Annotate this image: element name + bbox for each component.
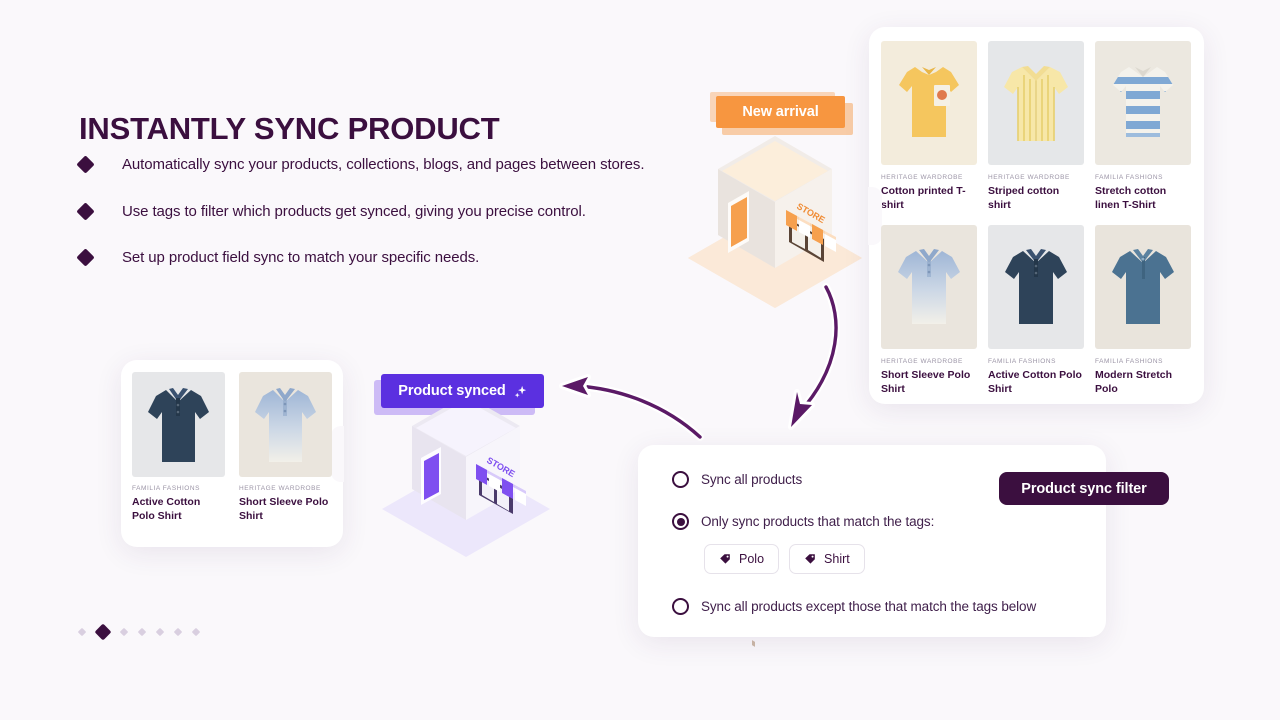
page-title: INSTANTLY SYNC PRODUCT — [79, 110, 500, 146]
polo-shirt-icon — [1005, 249, 1067, 324]
tag-list: Polo Shirt — [704, 544, 1106, 574]
store-sign-text: STORE — [795, 201, 827, 225]
list-item: Automatically sync your products, collec… — [76, 155, 699, 179]
sync-filter-label: Product sync filter — [1021, 480, 1147, 497]
product-synced-badge: Product synced — [374, 374, 544, 415]
diamond-bullet-icon — [76, 248, 95, 267]
diamond-bullet-icon — [76, 155, 95, 174]
radio-option-exclude-tags[interactable]: Sync all products except those that matc… — [672, 598, 1106, 615]
synced-product-grid: FAMILIA FASHIONS Active Cotton Polo Shir… — [132, 372, 332, 523]
product-name: Stretch cotton linen T-Shirt — [1095, 185, 1167, 211]
product-card[interactable]: HERITAGE WARDROBE Cotton printed T-shirt — [881, 41, 977, 212]
arrow-left-icon — [559, 374, 704, 441]
carousel-dot[interactable] — [173, 627, 183, 637]
bullet-text: Set up product field sync to match your … — [122, 249, 480, 266]
product-name: Short Sleeve Polo Shirt — [881, 369, 971, 395]
product-vendor: HERITAGE WARDROBE — [881, 358, 963, 365]
product-vendor: HERITAGE WARDROBE — [881, 174, 963, 181]
product-card[interactable]: HERITAGE WARDROBE Short Sleeve Polo Shir… — [881, 225, 977, 396]
product-vendor: FAMILIA FASHIONS — [1095, 358, 1164, 365]
carousel-dot[interactable] — [137, 627, 147, 637]
product-thumbnail — [132, 372, 225, 477]
carousel-dots[interactable] — [77, 623, 201, 641]
product-vendor: HERITAGE WARDROBE — [239, 485, 321, 492]
tshirt-icon — [899, 67, 959, 137]
product-thumbnail — [988, 41, 1084, 165]
bullet-text: Automatically sync your products, collec… — [122, 156, 645, 173]
list-item: Set up product field sync to match your … — [76, 248, 699, 272]
radio-option-match-tags[interactable]: Only sync products that match the tags: — [672, 513, 1106, 530]
polo-shirt-icon — [255, 388, 316, 462]
bullet-text: Use tags to filter which products get sy… — [122, 202, 586, 220]
diamond-bullet-icon — [76, 201, 95, 221]
product-thumbnail — [881, 225, 977, 349]
product-name: Active Cotton Polo Shirt — [132, 496, 201, 522]
product-card[interactable]: FAMILIA FASHIONS Stretch cotton linen T-… — [1095, 41, 1191, 212]
product-card[interactable]: HERITAGE WARDROBE Short Sleeve Polo Shir… — [239, 372, 332, 523]
carousel-dot[interactable] — [191, 627, 201, 637]
sparkle-icon — [514, 385, 526, 398]
carousel-dot[interactable] — [77, 627, 87, 637]
carousel-dot-active[interactable] — [94, 623, 112, 641]
tag-icon — [805, 554, 815, 564]
panel-notch — [331, 426, 344, 482]
synced-products-panel: FAMILIA FASHIONS Active Cotton Polo Shir… — [121, 360, 344, 547]
tag-icon — [720, 554, 730, 564]
radio-label: Sync all products except those that matc… — [701, 599, 1037, 614]
product-vendor: FAMILIA FASHIONS — [988, 358, 1057, 365]
list-item: Use tags to filter which products get sy… — [76, 201, 699, 226]
product-thumbnail — [239, 372, 332, 477]
new-arrival-label: New arrival — [742, 104, 819, 120]
product-vendor: FAMILIA FASHIONS — [132, 485, 201, 492]
radio-icon-selected[interactable] — [672, 513, 689, 530]
polo-shirt-icon — [148, 388, 209, 462]
polo-shirt-icon — [1112, 249, 1174, 324]
carousel-dot[interactable] — [155, 627, 165, 637]
product-vendor: FAMILIA FASHIONS — [1095, 174, 1164, 181]
product-thumbnail — [1095, 41, 1191, 165]
page-root: INSTANTLY SYNC PRODUCT Automatically syn… — [0, 0, 1280, 720]
product-synced-label: Product synced — [398, 383, 506, 399]
shirt-icon — [1004, 66, 1068, 141]
new-arrival-badge: New arrival — [710, 92, 853, 135]
striped-tshirt-icon — [1113, 67, 1173, 137]
product-name: Striped cotton shirt — [988, 185, 1060, 211]
target-store-illustration: STORE — [382, 395, 550, 557]
radio-icon[interactable] — [672, 471, 689, 488]
store-sign-text: STORE — [485, 455, 517, 479]
product-thumbnail — [1095, 225, 1191, 349]
product-name: Short Sleeve Polo Shirt — [239, 496, 329, 522]
radio-label: Sync all products — [701, 472, 803, 487]
arrow-down-left-icon — [788, 283, 841, 430]
product-card[interactable]: HERITAGE WARDROBE Striped cotton shirt — [988, 41, 1084, 212]
product-grid-panel: HERITAGE WARDROBE Cotton printed T-shirt — [868, 27, 1204, 404]
carousel-dot[interactable] — [119, 627, 129, 637]
product-card[interactable]: FAMILIA FASHIONS Active Cotton Polo Shir… — [132, 372, 225, 523]
product-sync-filter-badge: Product sync filter — [999, 472, 1169, 505]
polo-shirt-icon — [898, 249, 960, 324]
radio-label: Only sync products that match the tags: — [701, 514, 935, 529]
product-grid: HERITAGE WARDROBE Cotton printed T-shirt — [881, 41, 1192, 396]
panel-notch — [868, 187, 882, 245]
product-name: Cotton printed T-shirt — [881, 185, 966, 211]
product-card[interactable]: FAMILIA FASHIONS Active Cotton Polo Shir… — [988, 225, 1084, 396]
tag-chip-shirt[interactable]: Shirt — [789, 544, 865, 574]
tag-label: Polo — [739, 552, 765, 566]
tag-chip-polo[interactable]: Polo — [704, 544, 780, 574]
product-vendor: HERITAGE WARDROBE — [988, 174, 1070, 181]
product-name: Modern Stretch Polo — [1095, 369, 1173, 395]
tag-label: Shirt — [824, 552, 850, 566]
product-name: Active Cotton Polo Shirt — [988, 369, 1082, 395]
product-thumbnail — [988, 225, 1084, 349]
feature-bullet-list: Automatically sync your products, collec… — [76, 155, 699, 295]
product-thumbnail — [881, 41, 977, 165]
product-card[interactable]: FAMILIA FASHIONS Modern Stretch Polo — [1095, 225, 1191, 396]
radio-icon[interactable] — [672, 598, 689, 615]
